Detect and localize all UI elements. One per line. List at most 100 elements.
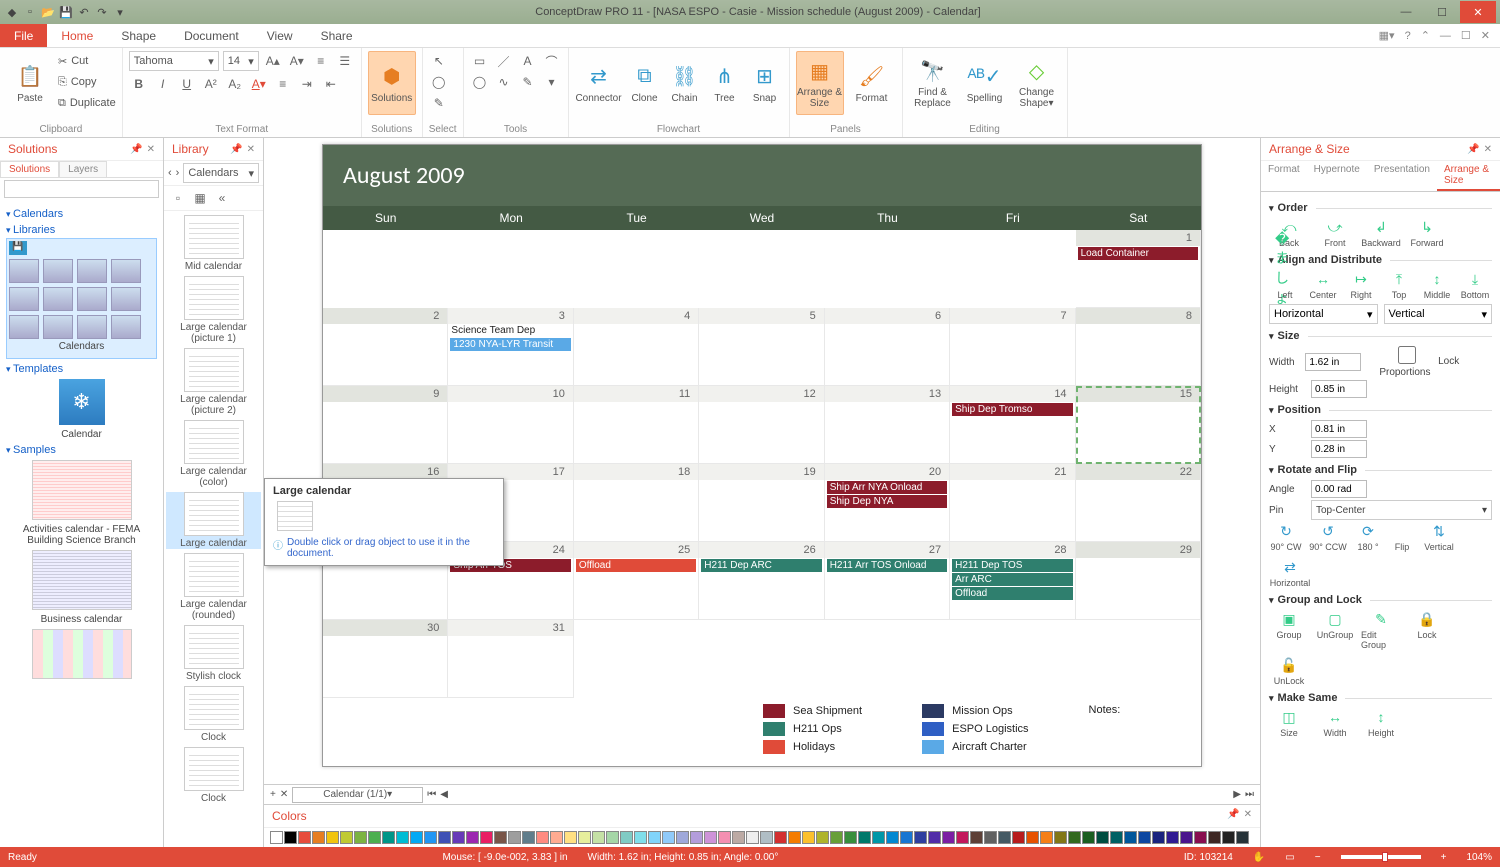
list-icon[interactable]: ☰	[335, 51, 355, 71]
calendar-cell[interactable]: 18	[574, 464, 699, 542]
calendar-cell[interactable]: 22	[1076, 464, 1201, 542]
color-swatch[interactable]	[858, 831, 871, 844]
unlock-button[interactable]: 🔓UnLock	[1269, 656, 1309, 686]
color-swatch[interactable]	[480, 831, 493, 844]
canvas[interactable]: August 2009 SunMonTueWedThuFriSat 1Load …	[264, 138, 1260, 784]
duplicate-button[interactable]: ⧉Duplicate	[58, 93, 116, 113]
tab-view[interactable]: View	[253, 24, 307, 47]
rp-tab-hypernote[interactable]: Hypernote	[1307, 161, 1367, 191]
close-button[interactable]: ✕	[1460, 1, 1496, 23]
zoom-out-icon[interactable]: −	[1315, 852, 1321, 863]
color-swatch[interactable]	[396, 831, 409, 844]
pin-icon[interactable]: 📌	[230, 144, 242, 155]
spelling-button[interactable]: ᴬᴮ✓Spelling	[961, 51, 1009, 115]
rp-tab-arrange[interactable]: Arrange & Size	[1437, 161, 1500, 191]
color-swatch[interactable]	[1166, 831, 1179, 844]
color-swatch[interactable]	[1026, 831, 1039, 844]
sec-calendars[interactable]: Calendars	[6, 208, 157, 220]
color-swatch[interactable]	[942, 831, 955, 844]
calendar-cell[interactable]: 20Ship Arr NYA OnloadShip Dep NYA	[825, 464, 950, 542]
calendar-cell[interactable]: 12	[699, 386, 824, 464]
align-top-button[interactable]: ⤒Top	[1383, 270, 1415, 300]
sample-thumb-2[interactable]	[32, 550, 132, 610]
maximize-button[interactable]: ☐	[1424, 1, 1460, 23]
tab-shape[interactable]: Shape	[107, 24, 170, 47]
solutions-tab[interactable]: Solutions	[0, 161, 59, 177]
calendar-cell[interactable]: 3Science Team Dep1230 NYA-LYR Transit	[448, 308, 573, 386]
pin-icon[interactable]: 📌	[130, 144, 142, 155]
color-swatch[interactable]	[1054, 831, 1067, 844]
color-swatch[interactable]	[732, 831, 745, 844]
color-swatch[interactable]	[1138, 831, 1151, 844]
calendar-cell[interactable]: 30	[323, 620, 448, 698]
tab-document[interactable]: Document	[170, 24, 253, 47]
flip-v-button[interactable]: ⇅Vertical	[1421, 522, 1457, 552]
color-swatch[interactable]	[690, 831, 703, 844]
width-input[interactable]	[1305, 353, 1361, 371]
distribute-v-select[interactable]: Vertical▾	[1384, 304, 1493, 324]
color-swatch[interactable]	[424, 831, 437, 844]
file-menu[interactable]: File	[0, 24, 47, 47]
color-swatch[interactable]	[676, 831, 689, 844]
distribute-h-select[interactable]: Horizontal▾	[1269, 304, 1378, 324]
color-swatch[interactable]	[1096, 831, 1109, 844]
calendar-cell[interactable]: 28H211 Dep TOSArr ARCOffload	[950, 542, 1075, 620]
rotate-ccw-button[interactable]: ↺90° CCW	[1309, 522, 1347, 552]
color-swatch[interactable]	[382, 831, 395, 844]
color-swatch[interactable]	[270, 831, 283, 844]
calendar-cell[interactable]: 14Ship Dep Tromso	[950, 386, 1075, 464]
hand-icon[interactable]: ✋	[1253, 852, 1265, 863]
color-swatch[interactable]	[872, 831, 885, 844]
calendar-cell[interactable]: 1Load Container	[1076, 230, 1201, 308]
superscript-icon[interactable]: A²	[201, 74, 221, 94]
height-input[interactable]	[1311, 380, 1367, 398]
font-color-icon[interactable]: A▾	[249, 74, 269, 94]
calendar-cell[interactable]: 6	[825, 308, 950, 386]
sample-thumb-3[interactable]	[32, 629, 132, 679]
sec-libraries[interactable]: Libraries	[6, 224, 157, 236]
color-swatch[interactable]	[564, 831, 577, 844]
qat-open-icon[interactable]: 📂	[40, 4, 56, 20]
qat-undo-icon[interactable]: ↶	[76, 4, 92, 20]
text-tool-icon[interactable]: A	[518, 51, 538, 71]
help-icon[interactable]: ?	[1405, 30, 1411, 42]
color-swatch[interactable]	[914, 831, 927, 844]
solutions-button[interactable]: ⬢ Solutions	[368, 51, 416, 115]
sec-samples[interactable]: Samples	[6, 444, 157, 456]
rp-tab-presentation[interactable]: Presentation	[1367, 161, 1437, 191]
format-button[interactable]: 🖌Format	[848, 51, 896, 115]
order-backward-button[interactable]: ↲Backward	[1361, 218, 1401, 248]
calendar-cell[interactable]: 2	[323, 308, 448, 386]
close-panel-icon[interactable]: ✕	[1484, 144, 1492, 155]
zoom-in-icon[interactable]: +	[1441, 852, 1447, 863]
calendar-cell[interactable]: 15	[1076, 386, 1201, 464]
calendar-cell[interactable]: 25Offload	[574, 542, 699, 620]
calendar-cell[interactable]: 21	[950, 464, 1075, 542]
layers-tab[interactable]: Layers	[59, 161, 107, 177]
clone-button[interactable]: ⧉Clone	[627, 51, 663, 115]
lib-back-icon[interactable]: ‹	[168, 167, 172, 179]
color-swatch[interactable]	[578, 831, 591, 844]
sec-templates[interactable]: Templates	[6, 363, 157, 375]
y-input[interactable]	[1311, 440, 1367, 458]
library-item[interactable]: Large calendar (picture 1)	[166, 276, 261, 344]
color-swatch[interactable]	[312, 831, 325, 844]
save-lib-icon[interactable]: 💾	[9, 241, 27, 255]
color-swatch[interactable]	[928, 831, 941, 844]
qat-save-icon[interactable]: 💾	[58, 4, 74, 20]
page-remove-icon[interactable]: ✕	[280, 789, 288, 800]
inner-close-icon[interactable]: ✕	[1481, 29, 1490, 42]
color-swatch[interactable]	[1180, 831, 1193, 844]
chain-button[interactable]: ⛓Chain	[667, 51, 703, 115]
color-swatch[interactable]	[1194, 831, 1207, 844]
pin-select[interactable]: Top-Center▾	[1311, 500, 1492, 520]
make-width-button[interactable]: ↔Width	[1315, 708, 1355, 738]
align-center-button[interactable]: ↔Center	[1307, 270, 1339, 300]
change-shape-button[interactable]: ◇Change Shape▾	[1013, 51, 1061, 115]
page-prev-icon[interactable]: ◀	[440, 789, 448, 800]
align-bottom-button[interactable]: ⤓Bottom	[1459, 270, 1491, 300]
color-swatch[interactable]	[452, 831, 465, 844]
color-swatch[interactable]	[550, 831, 563, 844]
window-options-icon[interactable]: ▦▾	[1379, 29, 1395, 42]
library-item[interactable]: Large calendar	[166, 492, 261, 549]
